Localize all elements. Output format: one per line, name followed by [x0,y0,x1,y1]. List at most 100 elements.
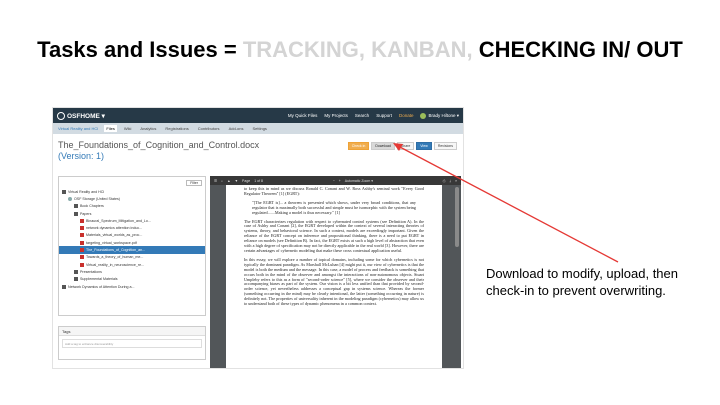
project-name[interactable]: Virtual Reality and HCI [58,126,98,131]
check-in-button[interactable]: Check in [347,142,370,150]
file-icon [80,233,84,238]
tab-contributors[interactable]: Contributors [196,125,222,132]
title-part-3: CHECKING IN/ OUT [478,37,683,62]
tab-registrations[interactable]: Registrations [163,125,190,132]
tree-row[interactable]: Virtual Reality and HCI [59,188,205,195]
project-bar: Virtual Reality and HCI Files Wiki Analy… [53,123,463,134]
tab-analytics[interactable]: Analytics [138,125,158,132]
tab-add-ons[interactable]: Add-ons [227,125,246,132]
file-icon [80,240,84,245]
tree-row[interactable]: Materials_virtual_worlds_as_proc... [59,232,205,239]
tree-toolbar: Filter [59,177,205,188]
tree-row[interactable]: Presentations [59,268,205,275]
file-title: The_Foundations_of_Cognition_and_Control… [58,140,288,162]
zoom-select[interactable]: Automatic Zoom ▾ [345,179,373,183]
tags-input[interactable]: Add a tag to enhance discoverability [62,339,202,348]
file-icon [80,218,84,223]
view-button[interactable]: View [416,142,432,150]
folder-icon [62,189,66,194]
tree-row-label: Materials_virtual_worlds_as_proc... [86,233,143,238]
tree-row[interactable]: Papers [59,210,205,217]
storage-icon [68,196,72,201]
tree-row-label: The_Foundations_of_Cognition_an... [86,248,146,253]
zoom-out-icon[interactable]: − [333,179,335,183]
download-icon[interactable]: ⤓ [450,179,452,183]
page-label: Page [242,178,251,183]
tree-row[interactable]: Virtual_reality_in_neuroscience_re... [59,261,205,268]
osf-navbar: OSFHOME ▾ My Quick Files My Projects Sea… [53,108,463,123]
title-part-2: TRACKING, KANBAN, [242,37,479,62]
tree-row[interactable]: Supplemental Materials [59,276,205,283]
nav-support[interactable]: Support [376,113,392,118]
tree-row[interactable]: The_Foundations_of_Cognition_an... [59,246,205,254]
next-page-icon[interactable]: ▼ [235,179,238,183]
file-icon [80,248,84,253]
tree-row[interactable]: network dynamics attention induc... [59,224,205,231]
user-name: Brady Hiltone ▾ [428,112,459,118]
file-version[interactable]: (Version: 1) [58,151,104,161]
sidebar-toggle-icon[interactable]: ☰ [214,179,217,183]
avatar [420,112,427,119]
tags-heading: Tags [59,327,205,336]
filter-input[interactable]: Filter [186,179,202,186]
document-paragraph: In this essay, we will explore a number … [244,256,424,307]
download-button[interactable]: Download [371,142,395,150]
tree-row-label: Presentations [80,269,102,274]
tree-row-label: network dynamics attention induc... [86,226,143,231]
folder-icon [74,269,78,274]
file-actions: Check in Download Share View Revisions [347,142,457,150]
slide-title: Tasks and Issues = TRACKING, KANBAN, CHE… [0,34,720,65]
tree-row-label: Binaural_Spectrum_Mitigation_and_Lo... [86,218,151,223]
tree-row[interactable]: Binaural_Spectrum_Mitigation_and_Lo... [59,217,205,224]
zoom-in-icon[interactable]: + [339,179,341,183]
folder-icon [74,211,78,216]
document-quote: "[The EGRT is]... a theorem is presented… [252,199,416,215]
search-icon[interactable]: ⌕ [221,179,223,183]
osf-logo-text: OSFHOME ▾ [67,112,105,120]
tab-files[interactable]: Files [104,125,117,132]
title-part-1: Tasks and Issues = [37,37,243,62]
file-icon [80,255,84,260]
nav-my-quick-files[interactable]: My Quick Files [288,113,318,118]
tree-row-label: Virtual Reality and HCI [68,189,105,194]
file-icon [80,262,84,267]
osf-logo-icon [57,111,65,120]
viewer-scrollbar[interactable] [455,187,459,247]
osf-screenshot: OSFHOME ▾ My Quick Files My Projects Sea… [52,107,464,369]
print-icon[interactable]: ⎙ [443,179,446,183]
share-button[interactable]: Share [396,142,415,150]
user-menu[interactable]: Brady Hiltone ▾ [420,112,459,119]
tree-row-label: Virtual_reality_in_neuroscience_re... [86,262,145,267]
tags-panel: Tags Add a tag to enhance discoverabilit… [58,326,206,360]
page-number[interactable]: 1 of 8 [254,179,263,183]
file-name: The_Foundations_of_Cognition_and_Control… [58,140,260,150]
tree-row[interactable]: Book Chapters [59,203,205,210]
nav-donate[interactable]: Donate [399,113,414,118]
viewer-toolbar: ☰ ⌕ ▲ ▼ Page 1 of 8 − + Automatic Zoom ▾… [210,176,461,185]
more-icon[interactable]: » [455,179,457,183]
tree-row-label: targeting_virtual_workspace.pdf [86,240,137,245]
folder-icon [62,284,66,289]
tree-rows: Virtual Reality and HCI OSF Storage (Unit… [59,188,205,290]
tree-row-label: Papers [80,211,92,216]
tree-row-label: Towards_a_theory_of_human_me... [86,255,144,260]
tree-row[interactable]: OSF Storage (United States) [59,195,205,202]
tab-settings[interactable]: Settings [250,125,268,132]
document-viewer: ☰ ⌕ ▲ ▼ Page 1 of 8 − + Automatic Zoom ▾… [210,176,461,368]
tree-row[interactable]: targeting_virtual_workspace.pdf [59,239,205,246]
file-icon [80,226,84,231]
tab-wiki[interactable]: Wiki [122,125,134,132]
tree-row[interactable]: Towards_a_theory_of_human_me... [59,254,205,261]
folder-icon [74,204,78,209]
document-paragraph: The EGRT characterizes regulation with r… [244,218,424,253]
tree-row[interactable]: Network Dynamics of Attention During a..… [59,283,205,290]
nav-my-projects[interactable]: My Projects [324,113,348,118]
tree-row-label: Supplemental Materials [80,277,118,282]
nav-search[interactable]: Search [355,113,369,118]
prev-page-icon[interactable]: ▲ [227,179,230,183]
document-page: to keep this in mind as we discuss Ronal… [226,185,442,368]
folder-icon [74,277,78,282]
tree-row-label: OSF Storage (United States) [74,196,120,201]
revisions-button[interactable]: Revisions [433,142,457,150]
osf-logo[interactable]: OSFHOME ▾ [57,111,105,120]
